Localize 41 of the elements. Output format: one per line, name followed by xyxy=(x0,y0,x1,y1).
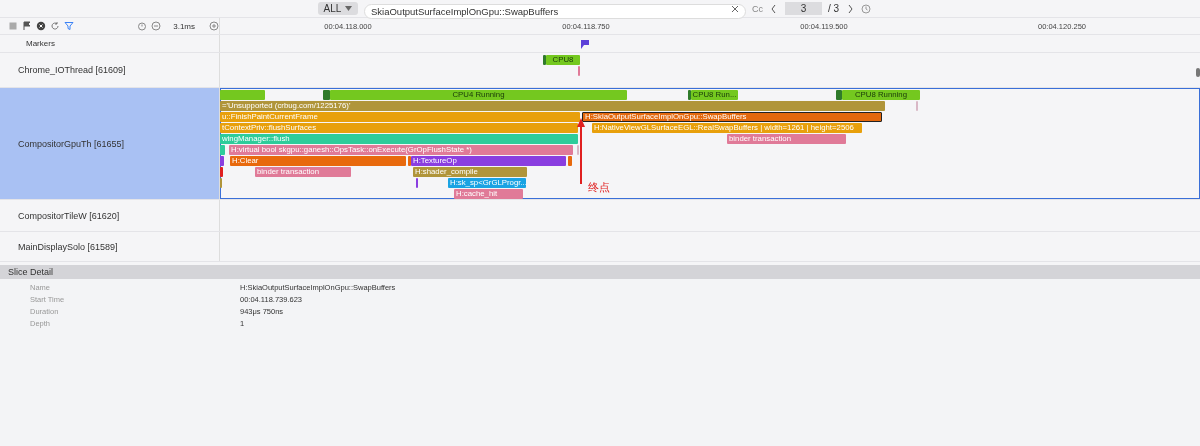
caret-icon xyxy=(345,6,353,11)
track-header[interactable]: MainDisplaySolo [61589] xyxy=(0,232,220,261)
trace-slice[interactable] xyxy=(220,90,265,100)
timer-icon[interactable] xyxy=(137,21,148,31)
trace-slice[interactable] xyxy=(323,90,330,100)
search-field[interactable]: SkiaOutputSurfaceImplOnGpu::SwapBuffers xyxy=(364,4,746,19)
track-name: CompositorTileW [61620] xyxy=(17,210,120,221)
trace-slice[interactable] xyxy=(220,145,225,155)
zoom-in-icon[interactable] xyxy=(209,21,219,31)
zoom-level: 3.1ms xyxy=(173,21,195,31)
refresh-icon[interactable] xyxy=(50,21,60,31)
filter-dropdown[interactable]: ALL xyxy=(318,2,358,15)
track-header[interactable]: Chrome_IOThread [61609] xyxy=(0,53,220,87)
track-name: Chrome_IOThread [61609] xyxy=(17,65,126,75)
filter-icon[interactable] xyxy=(64,21,74,31)
track-header[interactable]: CompositorGpuTh [61655] xyxy=(0,88,220,199)
clock-icon[interactable] xyxy=(861,3,872,14)
track-name: CompositorGpuTh [61655] xyxy=(17,138,125,149)
flag-icon[interactable] xyxy=(22,21,32,31)
match-total: / 3 xyxy=(828,3,840,14)
track-name: MainDisplaySolo [61589] xyxy=(17,241,118,252)
marker-flag-icon[interactable] xyxy=(580,40,589,49)
trace-slice[interactable] xyxy=(220,156,224,166)
track-name: Markers xyxy=(25,39,55,48)
square-icon[interactable] xyxy=(8,21,18,31)
annotation-label: 终点 xyxy=(588,180,610,195)
trace-slice[interactable] xyxy=(543,55,546,65)
trace-slice[interactable] xyxy=(836,90,842,100)
scrollbar-thumb[interactable] xyxy=(1196,68,1200,77)
annotation-arrow xyxy=(577,118,585,184)
trace-slice[interactable] xyxy=(408,156,411,166)
trace-slice[interactable] xyxy=(688,90,691,100)
match-case-toggle[interactable]: Cc xyxy=(752,3,763,14)
trace-slice[interactable] xyxy=(220,167,223,177)
close-icon[interactable] xyxy=(730,3,740,14)
cancel-icon[interactable] xyxy=(36,21,46,31)
panel-header: Slice Detail xyxy=(0,265,1200,279)
match-index-field[interactable]: 3 xyxy=(785,2,822,15)
track-header[interactable]: CompositorTileW [61620] xyxy=(0,200,220,231)
zoom-out-icon[interactable] xyxy=(151,21,162,31)
trace-slice[interactable] xyxy=(568,156,572,166)
